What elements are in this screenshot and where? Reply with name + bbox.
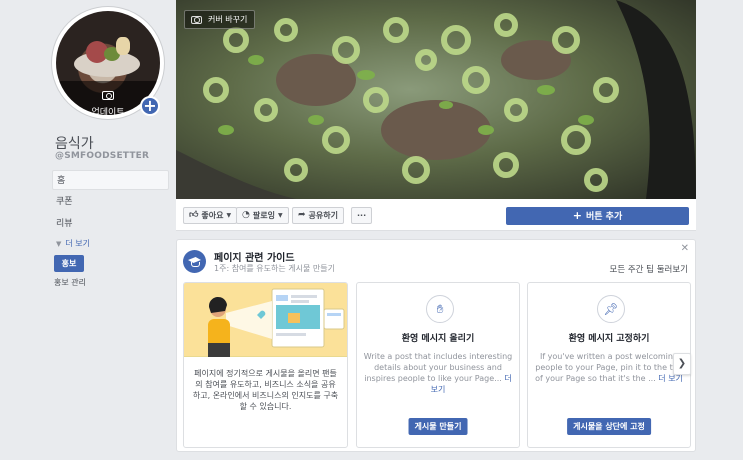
tip-card-description: Write a post that includes interesting d…	[363, 351, 513, 395]
create-post-button[interactable]: 게시물 만들기	[408, 418, 468, 435]
page-action-bar: 👍︎ 좋아요 ▼ ◔ 팔로잉 ▼ ➦ 공유하기 ··· + 버튼 추가	[176, 199, 696, 231]
pin-icon: 📌︎	[597, 295, 625, 323]
manage-promotions-link[interactable]: 홍보 관리	[54, 277, 86, 288]
chevron-right-icon[interactable]: ❯	[673, 353, 691, 375]
nav-item-home[interactable]: 홈	[52, 170, 169, 190]
chevron-down-icon: ▼	[56, 240, 62, 248]
tip-card-title: 환영 메시지 올리기	[401, 334, 475, 344]
tip-card-desc-text: Write a post that includes interesting d…	[363, 352, 513, 383]
like-label: 좋아요	[201, 211, 224, 220]
page-nav: 홈 쿠폰 리뷰 ▼ 더 보기	[52, 170, 169, 252]
add-button-label: 버튼 추가	[585, 212, 623, 222]
graduation-cap-icon	[183, 250, 206, 273]
caret-down-icon: ▼	[226, 212, 232, 219]
share-button[interactable]: ➦ 공유하기	[292, 207, 344, 224]
cover-photo-image	[176, 0, 696, 199]
guide-intro-text: 페이지에 정기적으로 게시물을 올리면 팬들의 참여를 유도하고, 비즈니스 소…	[192, 369, 339, 411]
page-handle[interactable]: @SMFOODSETTER	[55, 151, 149, 161]
pin-post-button[interactable]: 게시물을 상단에 고정	[567, 418, 651, 435]
change-cover-button[interactable]: 커버 바꾸기	[184, 10, 256, 29]
add-button-button[interactable]: + 버튼 추가	[506, 207, 689, 225]
tip-card-description: If you've written a post welcoming peopl…	[534, 351, 684, 384]
close-icon[interactable]: ✕	[681, 243, 689, 254]
left-sidebar: 업데이트 + 음식가 @SMFOODSETTER 홈 쿠폰 리뷰 ▼ 더 보기 홍…	[0, 0, 172, 460]
rss-icon: ◔	[242, 210, 250, 220]
see-all-tips-link[interactable]: 모든 주간 팁 둘러보기	[610, 263, 689, 275]
waving-hand-icon: ✋︎	[426, 295, 454, 323]
more-options-label: ···	[357, 211, 367, 220]
nav-item-coupons[interactable]: 쿠폰	[52, 192, 169, 212]
promote-button[interactable]: 홍보	[54, 255, 84, 272]
thumbs-up-icon: 👍︎	[189, 210, 199, 220]
page-guide-card: 페이지 관련 가이드 1주: 참여를 유도하는 게시물 만들기 ✕ 모든 주간 …	[176, 239, 696, 452]
share-arrow-icon: ➦	[298, 210, 306, 220]
caret-down-icon: ▼	[277, 212, 283, 219]
follow-label: 팔로잉	[252, 211, 275, 220]
guide-tip-card: ✋︎ 환영 메시지 올리기 Write a post that includes…	[356, 282, 520, 448]
cover-photo[interactable]: 커버 바꾸기	[176, 0, 696, 199]
tip-card-title: 환영 메시지 고정하기	[568, 334, 650, 344]
guide-illustration	[184, 283, 347, 357]
guide-intro-card: 페이지에 정기적으로 게시물을 올리면 팬들의 참여를 유도하고, 비즈니스 소…	[183, 282, 348, 448]
nav-more-label: 더 보기	[65, 239, 91, 248]
see-more-link[interactable]: 더 보기	[658, 374, 683, 383]
share-label: 공유하기	[308, 211, 338, 220]
guide-tip-card: 📌︎ 환영 메시지 고정하기 If you've written a post …	[527, 282, 691, 448]
nav-more-link[interactable]: ▼ 더 보기	[52, 236, 169, 252]
camera-icon	[102, 91, 114, 100]
follow-button[interactable]: ◔ 팔로잉 ▼	[236, 207, 289, 224]
change-cover-label: 커버 바꾸기	[208, 15, 248, 24]
like-button[interactable]: 👍︎ 좋아요 ▼	[183, 207, 238, 224]
guide-subtitle: 1주: 참여를 유도하는 게시물 만들기	[214, 264, 335, 273]
more-options-button[interactable]: ···	[351, 207, 373, 224]
plus-icon: +	[572, 209, 582, 222]
guide-title: 페이지 관련 가이드	[214, 253, 295, 264]
add-plus-icon[interactable]: +	[140, 96, 160, 116]
nav-item-reviews[interactable]: 리뷰	[52, 214, 169, 234]
page-name[interactable]: 음식가	[55, 133, 94, 153]
camera-icon	[191, 15, 202, 24]
